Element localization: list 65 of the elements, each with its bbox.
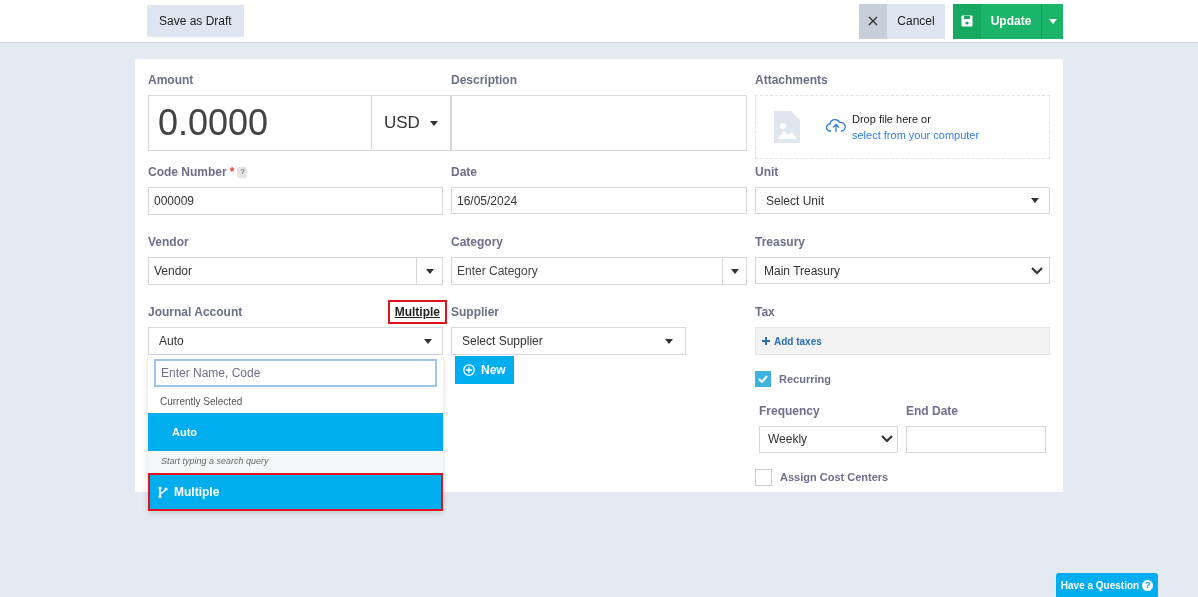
chevron-down-icon xyxy=(1031,266,1043,275)
field-label: Supplier xyxy=(451,305,500,319)
journal-account-select[interactable]: Auto xyxy=(148,327,443,355)
help-badge[interactable]: ? xyxy=(237,166,248,178)
field-label: Amount xyxy=(148,73,195,87)
close-icon xyxy=(868,16,878,26)
date-field[interactable]: 16/05/2024 xyxy=(451,187,747,214)
unit-select[interactable]: Select Unit xyxy=(755,187,1050,214)
cloud-upload-icon xyxy=(826,117,846,133)
frequency-select[interactable]: Weekly xyxy=(759,425,898,453)
branch-icon xyxy=(158,486,168,498)
caret-icon xyxy=(730,268,739,274)
close-button[interactable] xyxy=(859,3,887,39)
field-label: Vendor xyxy=(148,235,190,249)
field-label: Code Number xyxy=(148,164,227,181)
caret-icon xyxy=(665,338,673,344)
checkbox-label: Recurring xyxy=(779,372,831,387)
vendor-dropdown-button[interactable] xyxy=(417,257,443,285)
drop-instructions: Drop file here or xyxy=(852,113,931,125)
code-number-field[interactable]: 000009 xyxy=(148,187,443,215)
section-heading: Currently Selected xyxy=(159,394,244,409)
checkbox[interactable] xyxy=(755,371,771,388)
cancel-button[interactable]: Cancel xyxy=(887,3,945,39)
description-field[interactable] xyxy=(451,95,747,151)
caret-icon xyxy=(425,268,434,274)
add-taxes-button[interactable]: Add taxes xyxy=(755,327,1050,355)
field-label: Frequency xyxy=(759,403,821,418)
supplier-select[interactable]: Select Supplier xyxy=(451,327,686,355)
caret-icon xyxy=(424,338,432,344)
end-date-field[interactable] xyxy=(906,425,1046,453)
field-label: End Date xyxy=(906,403,959,418)
plus-circle-icon xyxy=(463,364,475,376)
field-label: Unit xyxy=(755,165,780,179)
caret-icon xyxy=(429,120,438,126)
currency-select[interactable]: USD xyxy=(372,95,451,151)
field-label: Treasury xyxy=(755,235,807,249)
caret-icon xyxy=(1031,198,1039,203)
chevron-down-icon xyxy=(881,435,893,443)
multiple-link[interactable]: Multiple xyxy=(387,300,447,324)
vendor-field[interactable]: Vendor xyxy=(148,257,417,285)
plus-icon xyxy=(762,337,770,345)
field-label: Category xyxy=(451,235,504,249)
field-label: Date xyxy=(451,165,478,179)
check-icon xyxy=(758,375,768,384)
update-menu-button[interactable] xyxy=(1041,3,1063,39)
search-field[interactable]: Enter Name, Code xyxy=(154,359,437,387)
caret-icon xyxy=(1048,18,1057,24)
field-label: Tax xyxy=(755,305,776,319)
field-label: Description xyxy=(451,73,518,87)
checkbox[interactable] xyxy=(755,468,772,486)
search-hint: Start typing a search query xyxy=(148,451,443,473)
category-dropdown-button[interactable] xyxy=(723,257,747,285)
help-icon: ? xyxy=(1142,579,1154,591)
category-field[interactable]: Enter Category xyxy=(451,257,723,285)
save-icon xyxy=(953,3,981,39)
checkbox-label: Assign Cost Centers xyxy=(780,469,889,485)
required-mark: * xyxy=(229,164,235,181)
save-draft-button[interactable]: Save as Draft xyxy=(147,5,244,37)
file-drop-zone[interactable]: Drop file here or select from your computer xyxy=(755,95,1050,159)
file-image-icon xyxy=(774,111,800,143)
field-label: Journal Account xyxy=(148,304,243,321)
select-file-link[interactable]: select from your computer xyxy=(852,127,1028,143)
field-label: Attachments xyxy=(755,73,829,87)
treasury-select[interactable]: Main Treasury xyxy=(755,257,1050,284)
amount-field[interactable]: 0.0000 xyxy=(148,95,372,151)
